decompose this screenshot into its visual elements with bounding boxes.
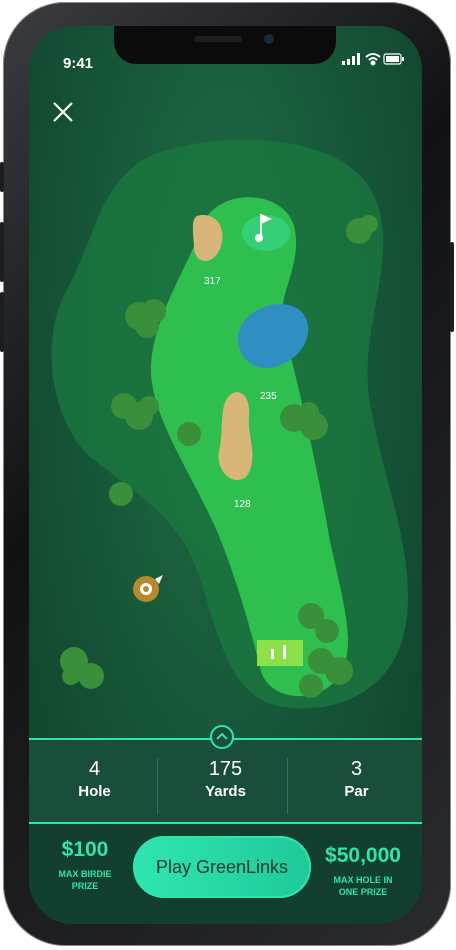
birdie-prize-amount: $100: [61, 838, 109, 861]
hole-stats: 4 Hole 175 Yards 3 Par: [29, 750, 422, 820]
hole-in-one-prize-label-line2: ONE PRIZE: [338, 887, 388, 897]
chevron-up-icon: [216, 732, 228, 740]
hole-in-one-prize-amount: $50,000: [325, 844, 401, 867]
hole-label: Hole: [78, 783, 111, 800]
yardage-marker: 235: [260, 391, 277, 402]
hole-info-panel: 4 Hole 175 Yards 3 Par $100 MAX BIRDIE P…: [29, 725, 422, 924]
par-stat: 3 Par: [291, 750, 422, 820]
mute-switch: [0, 162, 4, 192]
hole-map: 317 235 128: [51, 139, 408, 709]
yards-label: Yards: [205, 783, 246, 800]
battery-icon: [383, 53, 404, 65]
hole-number: 4: [88, 758, 101, 780]
max-hole-in-one-prize: $50,000 MAX HOLE IN ONE PRIZE: [317, 844, 409, 898]
par-label: Par: [344, 783, 369, 800]
hole-stat: 4 Hole: [29, 750, 160, 820]
phone-frame: 317 235 128 9:41 4 Hole 175 Yards 3 Par …: [0, 2, 454, 946]
prize-bar: $100 MAX BIRDIE PRIZE Play GreenLinks $5…: [29, 824, 422, 924]
volume-down-button: [0, 292, 4, 352]
stat-divider: [157, 758, 158, 814]
speaker: [194, 36, 242, 42]
yardage-marker: 317: [204, 276, 221, 287]
close-button[interactable]: [49, 98, 77, 126]
compass-icon: [133, 575, 163, 602]
status-icons: [342, 52, 404, 71]
power-button: [450, 242, 454, 332]
tee-icon: [257, 640, 303, 666]
status-time: 9:41: [63, 55, 94, 72]
play-greenlinks-button[interactable]: Play GreenLinks: [133, 836, 311, 898]
hole-in-one-prize-label: MAX HOLE IN ONE PRIZE: [317, 874, 409, 898]
hole-in-one-prize-label-line1: MAX HOLE IN: [333, 875, 393, 885]
stat-divider: [287, 758, 288, 814]
par-number: 3: [350, 758, 363, 780]
birdie-prize-label: MAX BIRDIE PRIZE: [47, 868, 123, 892]
volume-up-button: [0, 222, 4, 282]
wifi-icon: [365, 53, 381, 66]
max-birdie-prize: $100 MAX BIRDIE PRIZE: [47, 838, 123, 892]
birdie-prize-label-line2: PRIZE: [71, 881, 99, 891]
app-screen: 317 235 128 9:41 4 Hole 175 Yards 3 Par …: [29, 26, 422, 924]
close-icon: [53, 102, 73, 122]
signal-icon: [342, 53, 360, 65]
front-camera: [264, 34, 274, 44]
yards-number: 175: [208, 758, 243, 780]
yards-stat: 175 Yards: [160, 750, 291, 820]
notch: [114, 26, 336, 64]
birdie-prize-label-line1: MAX BIRDIE: [58, 869, 112, 879]
yardage-marker: 128: [234, 499, 251, 510]
expand-panel-button[interactable]: [210, 725, 234, 749]
